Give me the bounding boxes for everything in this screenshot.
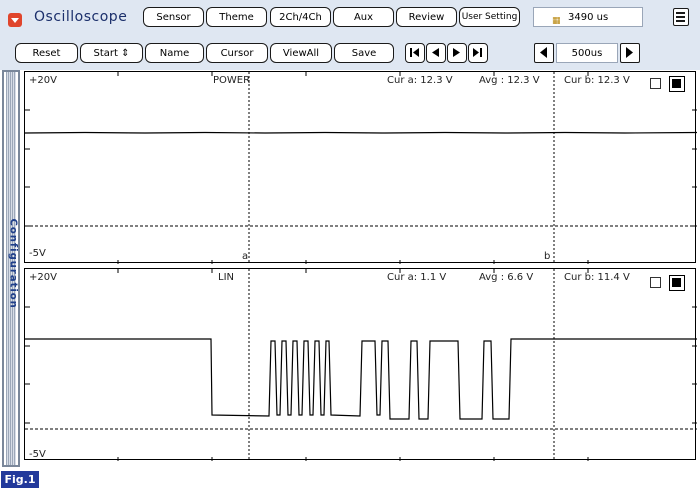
channel-checkbox[interactable] [650,78,661,89]
bottom-voltage-label: -5V [29,248,46,259]
last-frame-button[interactable] [468,43,488,63]
cur-b-readout: Cur b: 11.4 V [564,272,630,283]
timebase-decrease-button[interactable] [534,43,554,63]
timebase-increase-button[interactable] [620,43,640,63]
prev-icon [432,48,439,57]
start-button[interactable]: Start ⇕ [80,43,143,63]
right-arrow-icon [626,47,633,58]
time-readout-value: 3490 us [568,12,609,23]
name-button[interactable]: Name [145,43,204,63]
power-waveform-plot [25,72,697,264]
cur-a-readout: Cur a: 1.1 V [387,272,447,283]
time-readout: ▦ 3490 us [533,7,643,27]
review-button[interactable]: Review [396,7,457,27]
lin-waveform-plot [25,269,697,461]
theme-button[interactable]: Theme [206,7,267,27]
oscilloscope-app: Oscilloscope Sensor Theme 2Ch/4Ch Aux Re… [0,0,700,491]
tick-marks [25,72,697,264]
toolbar: Oscilloscope Sensor Theme 2Ch/4Ch Aux Re… [0,0,700,70]
lin-trace [25,338,697,420]
skip-end-icon [473,48,482,57]
channel-checkbox[interactable] [650,277,661,288]
channel-name: LIN [218,272,235,283]
timebase-value: 500us [556,43,618,63]
sensor-button[interactable]: Sensor [143,7,204,27]
reset-button[interactable]: Reset [15,43,78,63]
app-title: Oscilloscope [34,9,128,25]
skip-start-icon [410,48,419,57]
first-frame-button[interactable] [405,43,425,63]
bottom-voltage-label: -5V [29,449,46,460]
sidebar-label: Configuration [7,218,19,309]
channel-name: POWER [213,75,251,86]
user-setting-button[interactable]: User Setting [459,7,520,27]
cursor-button[interactable]: Cursor [206,43,268,63]
figure-label: Fig.1 [1,471,39,488]
cur-a-readout: Cur a: 12.3 V [387,75,453,86]
avg-readout: Avg : 12.3 V [479,75,540,86]
channel-panel-power[interactable]: +20V -5V POWER Cur a: 12.3 V Avg : 12.3 … [24,71,697,264]
viewall-button[interactable]: ViewAll [270,43,332,63]
top-voltage-label: +20V [29,75,57,86]
next-icon [453,48,460,57]
left-arrow-icon [540,47,547,58]
prev-frame-button[interactable] [426,43,446,63]
cursor-a-label: a [242,251,249,262]
channel-panel-lin[interactable]: +20V -5V LIN Cur a: 1.1 V Avg : 6.6 V Cu… [24,268,697,461]
power-trace [25,131,697,134]
save-button[interactable]: Save [334,43,394,63]
channels-button[interactable]: 2Ch/4Ch [270,7,331,27]
menu-icon[interactable] [673,8,689,26]
channel-expand-button[interactable] [669,275,685,291]
avg-readout: Avg : 6.6 V [479,272,534,283]
aux-button[interactable]: Aux [333,7,394,27]
app-menu-icon[interactable] [8,13,22,27]
next-frame-button[interactable] [447,43,467,63]
top-voltage-label: +20V [29,272,57,283]
cursor-b-label: b [544,251,551,262]
cur-b-readout: Cur b: 12.3 V [564,75,630,86]
configuration-sidebar[interactable]: Configuration [2,70,20,467]
channel-expand-button[interactable] [669,76,685,92]
clock-icon: ▦ [552,16,561,26]
